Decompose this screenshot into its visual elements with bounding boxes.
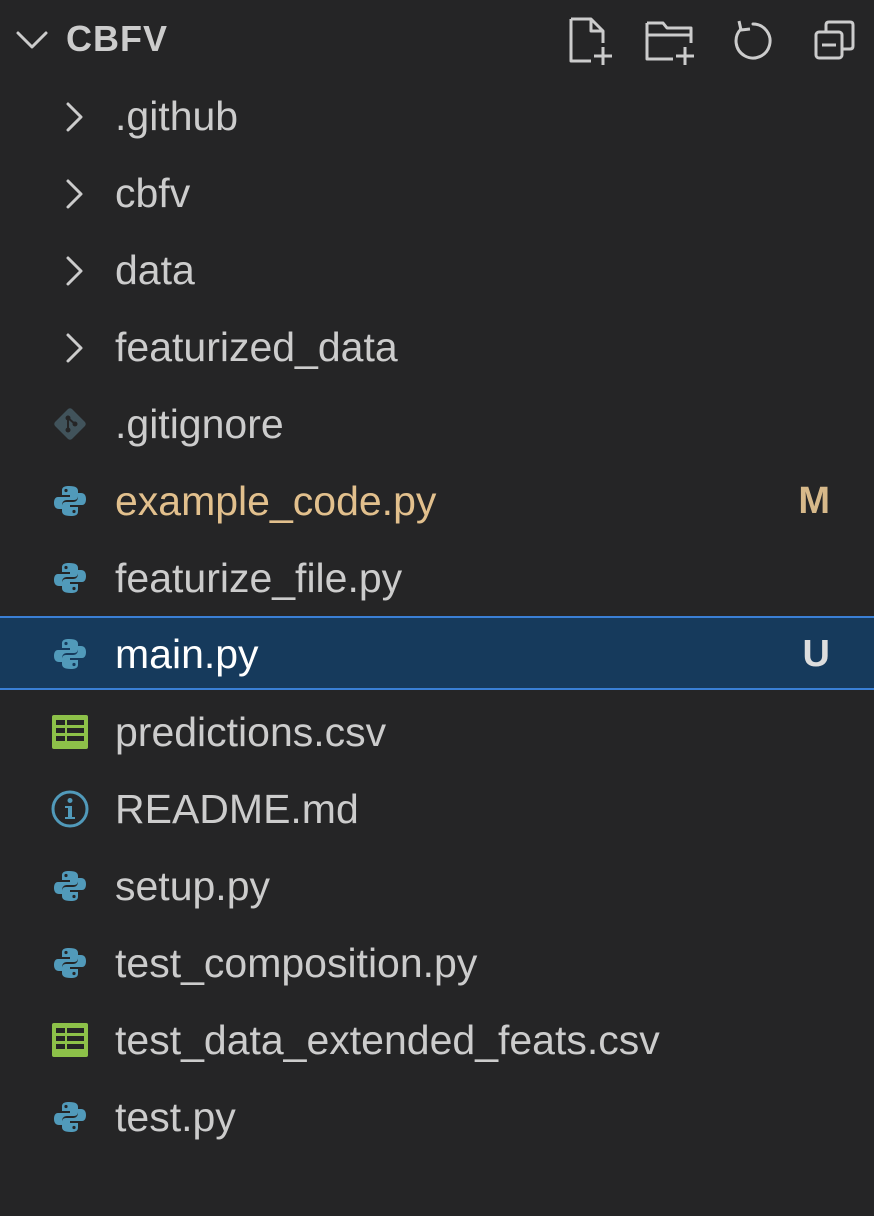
- chevron-right-icon: [66, 179, 83, 209]
- git-status-badge: M: [798, 480, 830, 522]
- tree-item-label: featurized_data: [115, 324, 398, 370]
- tree-item-file-selected[interactable]: main.py U: [0, 616, 874, 690]
- chevron-right-icon: [66, 256, 83, 286]
- table-icon: [52, 1023, 88, 1057]
- tree-item-file[interactable]: README.md: [0, 771, 874, 845]
- new-folder-icon: [645, 21, 694, 65]
- tree-item-file[interactable]: test_composition.py: [0, 925, 874, 999]
- python-icon: [54, 563, 86, 593]
- python-icon: [54, 486, 86, 516]
- tree-item-label: .github: [115, 93, 239, 139]
- tree-item-label: data: [115, 247, 195, 293]
- tree-item-label: setup.py: [115, 863, 270, 909]
- tree-item-label: main.py: [115, 631, 259, 677]
- explorer-section-header[interactable]: CBFV: [0, 0, 874, 78]
- explorer-panel: CBFV .github cbfv data featurized_data .…: [0, 0, 874, 1216]
- new-file-icon: [569, 17, 612, 65]
- tree-item-label: test_composition.py: [115, 940, 478, 986]
- git-icon: [54, 408, 86, 440]
- python-icon: [54, 871, 86, 901]
- chevron-down-icon[interactable]: [14, 24, 50, 56]
- python-icon: [54, 948, 86, 978]
- tree-item-label: test_data_extended_feats.csv: [115, 1017, 660, 1063]
- header-actions: [536, 12, 864, 70]
- tree-item-label: test.py: [115, 1094, 236, 1140]
- info-icon: [51, 790, 89, 828]
- tree-item-file[interactable]: setup.py: [0, 848, 874, 922]
- table-icon: [52, 715, 88, 749]
- tree-item-folder[interactable]: data: [0, 232, 874, 306]
- refresh-button[interactable]: [724, 12, 782, 70]
- new-folder-button[interactable]: [642, 12, 700, 70]
- tree-item-file[interactable]: example_code.py M: [0, 463, 874, 537]
- chevron-right-icon: [66, 102, 83, 132]
- tree-item-file[interactable]: .gitignore: [0, 386, 874, 460]
- git-status-badge: U: [802, 633, 830, 675]
- section-title: CBFV: [66, 18, 168, 59]
- collapse-all-icon: [814, 20, 855, 60]
- tree-item-file[interactable]: featurize_file.py: [0, 540, 874, 614]
- tree-item-folder[interactable]: .github: [0, 78, 874, 152]
- tree-item-label: cbfv: [115, 170, 191, 216]
- python-icon: [54, 639, 86, 669]
- tree-item-file[interactable]: test.py: [0, 1079, 874, 1153]
- python-icon: [54, 1102, 86, 1132]
- tree-item-folder[interactable]: cbfv: [0, 155, 874, 229]
- tree-item-file[interactable]: predictions.csv: [0, 694, 874, 768]
- tree-item-label: README.md: [115, 786, 359, 832]
- tree-item-label: .gitignore: [115, 401, 284, 447]
- tree-item-label: predictions.csv: [115, 709, 387, 755]
- chevron-right-icon: [66, 333, 83, 363]
- tree-item-label: example_code.py: [115, 478, 437, 524]
- collapse-all-button[interactable]: [806, 12, 864, 70]
- tree-item-folder[interactable]: featurized_data: [0, 309, 874, 383]
- tree-item-file[interactable]: test_data_extended_feats.csv: [0, 1002, 874, 1076]
- tree-item-label: featurize_file.py: [115, 555, 403, 601]
- new-file-button[interactable]: [560, 12, 618, 70]
- refresh-icon: [734, 20, 772, 60]
